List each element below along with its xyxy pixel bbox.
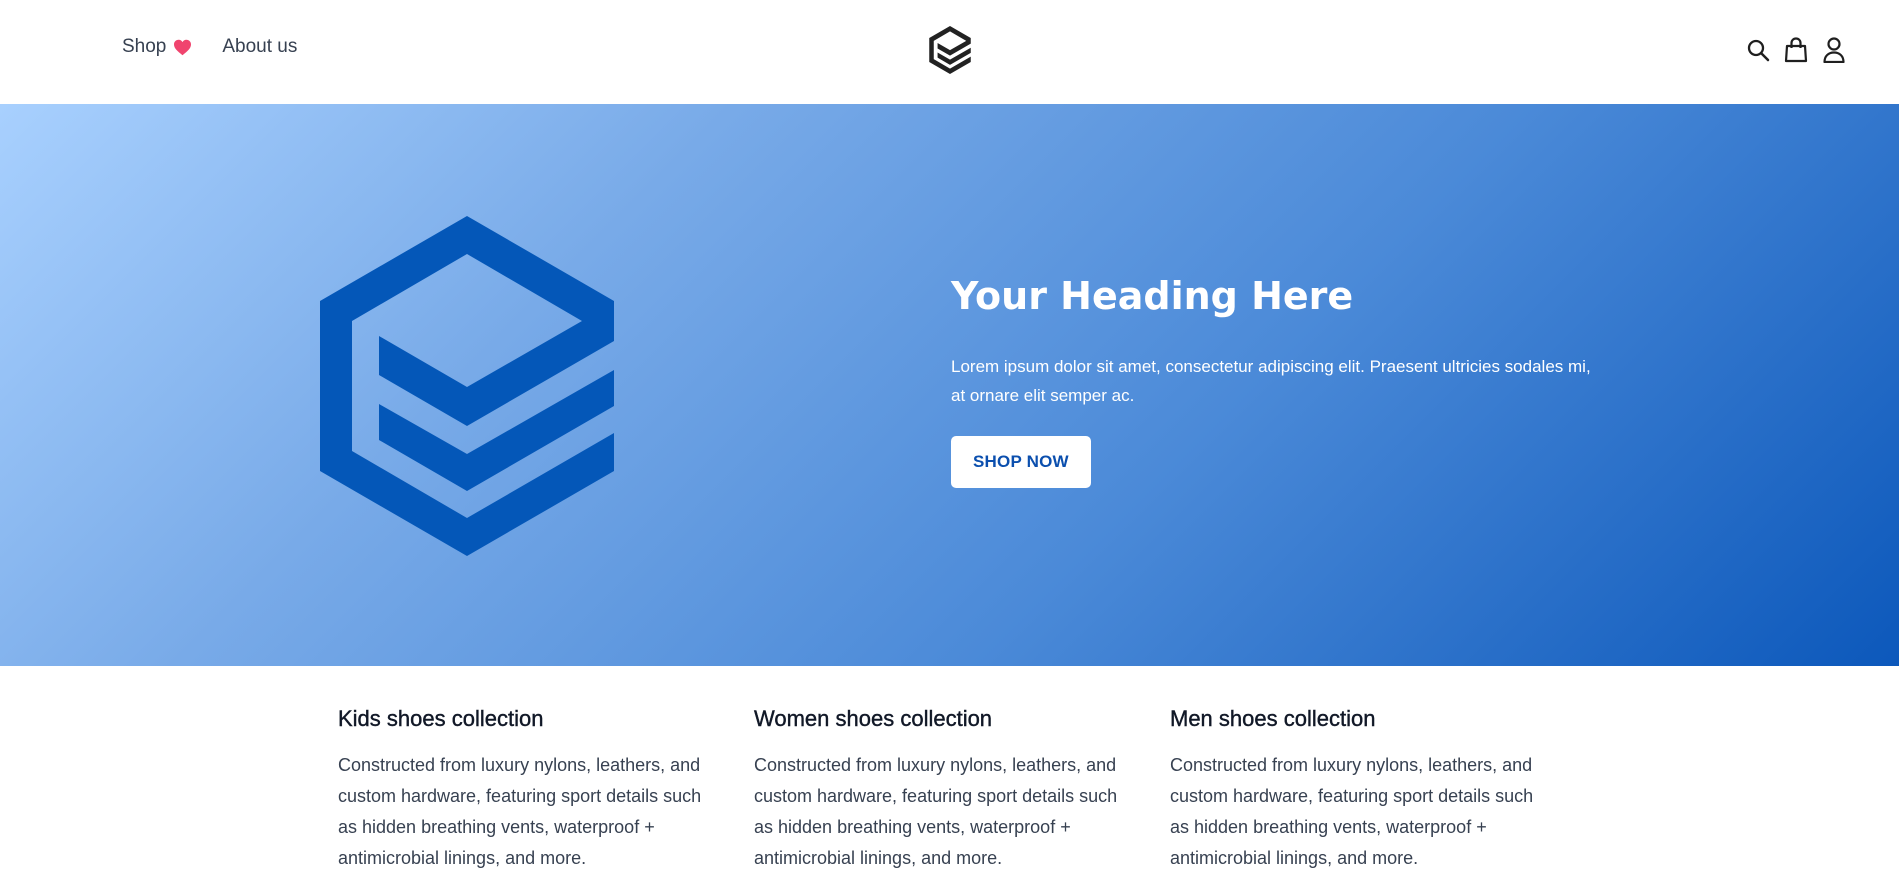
collection-description: Constructed from luxury nylons, leathers… — [754, 755, 1118, 868]
nav-about-label: About us — [222, 36, 298, 57]
nav-about-link[interactable]: About us — [222, 36, 297, 58]
hero-content: Your Heading Here Lorem ipsum dolor sit … — [951, 274, 1591, 488]
collection-title: Kids shoes collection — [338, 706, 544, 731]
heart-icon — [173, 39, 192, 56]
collection-description: Constructed from luxury nylons, leathers… — [1170, 755, 1534, 868]
collection-card-women: Women shoes collection Constructed from … — [754, 690, 1138, 874]
site-header: Shop About us — [0, 0, 1899, 104]
collection-description: Constructed from luxury nylons, leathers… — [338, 755, 702, 868]
user-icon[interactable] — [1821, 36, 1847, 64]
hero-heading: Your Heading Here — [951, 274, 1354, 318]
shopping-bag-icon[interactable] — [1783, 36, 1809, 64]
collections-section: Kids shoes collection Constructed from l… — [338, 690, 1588, 874]
hero-banner: Your Heading Here Lorem ipsum dolor sit … — [0, 104, 1899, 666]
nav-shop-link[interactable]: Shop — [122, 36, 192, 58]
nav-shop-label: Shop — [122, 36, 167, 57]
search-icon[interactable] — [1745, 36, 1771, 64]
brand-logo[interactable] — [928, 26, 972, 74]
hero-description: Lorem ipsum dolor sit amet, consectetur … — [951, 357, 1591, 405]
primary-nav: Shop About us — [122, 36, 297, 58]
hero-logo-graphic — [320, 216, 614, 556]
collection-title: Men shoes collection — [1170, 706, 1376, 731]
collection-card-kids: Kids shoes collection Constructed from l… — [338, 690, 722, 874]
collection-card-men: Men shoes collection Constructed from lu… — [1170, 690, 1554, 874]
shop-now-button[interactable]: SHOP NOW — [951, 436, 1091, 488]
collection-title: Women shoes collection — [754, 706, 993, 731]
utility-nav — [1745, 36, 1847, 64]
